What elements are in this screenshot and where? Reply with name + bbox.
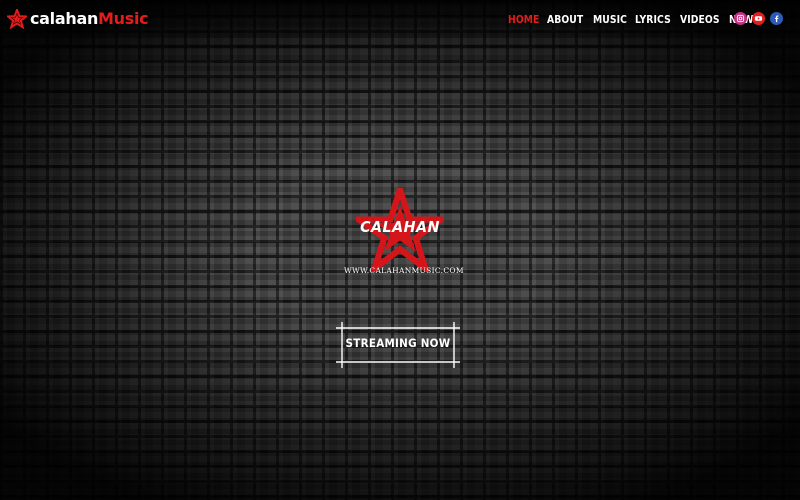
brand-name-part1: calahan <box>30 9 99 28</box>
nav-item-about[interactable]: ABOUT <box>547 13 583 26</box>
streaming-now-button[interactable]: STREAMING NOW <box>336 322 460 368</box>
nav-item-lyrics[interactable]: LYRICS <box>635 13 671 26</box>
instagram-icon[interactable] <box>734 12 747 25</box>
top-navigation-bar: calahanMusic HOME ABOUT MUSIC LYRICS VID… <box>0 0 800 38</box>
youtube-icon[interactable] <box>752 12 765 25</box>
nav-item-music[interactable]: MUSIC <box>593 13 627 26</box>
main-nav: HOME ABOUT MUSIC LYRICS VIDEOS NEWS <box>508 11 761 27</box>
star-icon <box>7 9 27 29</box>
facebook-icon[interactable] <box>770 12 783 25</box>
hero-logo-url: WWW.CALAHANMUSIC.COM <box>344 266 464 275</box>
streaming-now-label: STREAMING NOW <box>345 336 451 350</box>
social-links <box>734 12 783 25</box>
brand-name-part2: Music <box>98 9 149 28</box>
nav-item-videos[interactable]: VIDEOS <box>680 13 720 26</box>
hero-logo-word: CALAHAN <box>360 218 440 236</box>
hero-logo: CALAHAN WWW.CALAHANMUSIC.COM <box>344 188 463 280</box>
nav-item-home[interactable]: HOME <box>508 13 539 26</box>
brand-logo-link[interactable]: calahanMusic <box>7 8 149 30</box>
brand-name: calahanMusic <box>30 8 149 30</box>
